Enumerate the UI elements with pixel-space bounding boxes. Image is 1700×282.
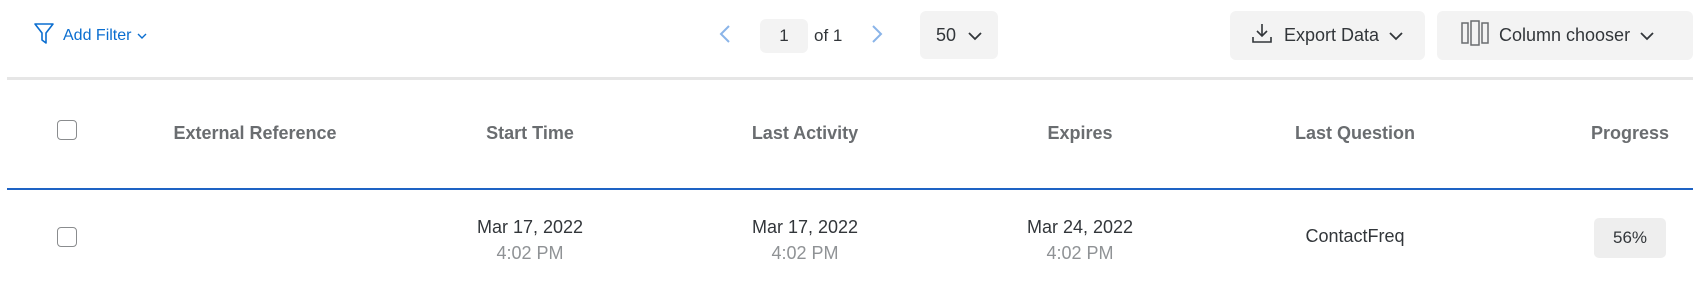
- row-checkbox[interactable]: [57, 227, 77, 247]
- cell-expires: Mar 24, 2022 4:02 PM: [980, 214, 1180, 266]
- last-activity-time: 4:02 PM: [771, 243, 839, 263]
- expires-date: Mar 24, 2022: [1026, 217, 1134, 237]
- start-time: 4:02 PM: [496, 243, 564, 263]
- chevron-left-icon: [719, 24, 731, 49]
- progress-badge: 56%: [1594, 218, 1666, 258]
- chevron-right-icon: [871, 24, 883, 49]
- select-all-checkbox[interactable]: [57, 120, 77, 140]
- page-count-label: of 1: [814, 26, 843, 45]
- chevron-down-icon: [1640, 25, 1654, 46]
- columns-icon: [1461, 20, 1489, 51]
- export-data-button[interactable]: Export Data: [1230, 11, 1425, 60]
- export-data-label: Export Data: [1284, 25, 1380, 45]
- next-page-button[interactable]: [862, 16, 892, 56]
- column-header-last-activity[interactable]: Last Activity: [705, 123, 905, 144]
- cell-last-question: ContactFreq: [1305, 226, 1405, 246]
- cell-start-time: Mar 17, 2022 4:02 PM: [430, 214, 630, 266]
- previous-page-button[interactable]: [710, 16, 740, 56]
- column-header-start-time[interactable]: Start Time: [430, 123, 630, 144]
- last-activity-date: Mar 17, 2022: [751, 217, 859, 237]
- start-date: Mar 17, 2022: [476, 217, 584, 237]
- column-header-progress[interactable]: Progress: [1560, 123, 1700, 144]
- table-row[interactable]: Mar 17, 2022 4:02 PM Mar 17, 2022 4:02 P…: [0, 190, 1700, 282]
- chevron-down-icon: [1389, 25, 1403, 46]
- funnel-icon: [33, 22, 55, 51]
- column-chooser-button[interactable]: Column chooser: [1437, 11, 1693, 60]
- cell-last-activity: Mar 17, 2022 4:02 PM: [705, 214, 905, 266]
- column-header-last-question[interactable]: Last Question: [1255, 123, 1455, 144]
- expires-time: 4:02 PM: [1046, 243, 1114, 263]
- column-header-external-reference[interactable]: External Reference: [155, 123, 355, 144]
- per-page-value: 50: [935, 24, 957, 45]
- add-filter-label: Add Filter: [63, 27, 132, 44]
- chevron-down-icon: [968, 25, 982, 46]
- download-icon: [1250, 21, 1274, 50]
- chevron-down-icon: [137, 27, 147, 45]
- page-number-input[interactable]: [760, 19, 808, 53]
- per-page-select[interactable]: 50: [920, 11, 998, 59]
- add-filter-button[interactable]: Add Filter: [33, 22, 147, 50]
- toolbar: Add Filter of 1 50 E: [0, 0, 1700, 78]
- column-chooser-label: Column chooser: [1499, 25, 1631, 45]
- table-header: External Reference Start Time Last Activ…: [0, 80, 1700, 188]
- pagination: of 1: [710, 12, 892, 60]
- column-header-expires[interactable]: Expires: [980, 123, 1180, 144]
